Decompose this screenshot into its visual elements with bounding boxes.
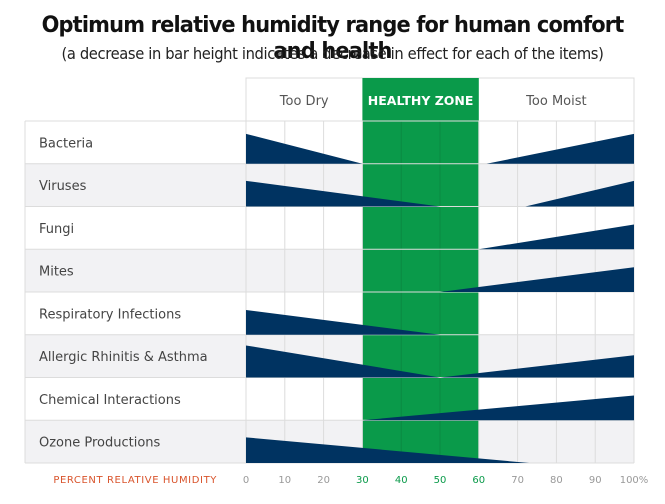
x-tick-label: 20 xyxy=(317,475,330,486)
x-tick-label: 0 xyxy=(243,475,249,486)
row-label: Bacteria xyxy=(39,136,93,151)
x-tick-label: 30 xyxy=(356,475,369,486)
healthy-zone-band xyxy=(362,78,479,463)
x-tick-label: 60 xyxy=(472,475,485,486)
x-tick-label: 90 xyxy=(589,475,602,486)
row-label: Mites xyxy=(39,265,74,280)
x-tick-label: 100% xyxy=(620,475,649,486)
row-label: Fungi xyxy=(39,222,74,237)
x-tick-label: 10 xyxy=(278,475,291,486)
humidity-chart: Too Dry HEALTHY ZONE Too Moist Bacteria Viru… xyxy=(24,77,649,486)
row-label: Respiratory Infections xyxy=(39,307,181,322)
x-tick-label: 40 xyxy=(395,475,408,486)
row-label: Chemical Interactions xyxy=(39,393,181,408)
x-tick-label: 50 xyxy=(434,475,447,486)
row-label: Ozone Productions xyxy=(39,436,161,451)
row-label: Allergic Rhinitis & Asthma xyxy=(39,350,208,365)
zone-label: Too Moist xyxy=(525,94,586,109)
zone-label: Too Dry xyxy=(279,94,329,109)
row-label: Viruses xyxy=(39,179,87,194)
x-tick-label: 80 xyxy=(550,475,563,486)
x-tick-label: 70 xyxy=(511,475,524,486)
x-axis-title: PERCENT RELATIVE HUMIDITY xyxy=(53,475,217,486)
zone-label: HEALTHY ZONE xyxy=(368,93,474,108)
